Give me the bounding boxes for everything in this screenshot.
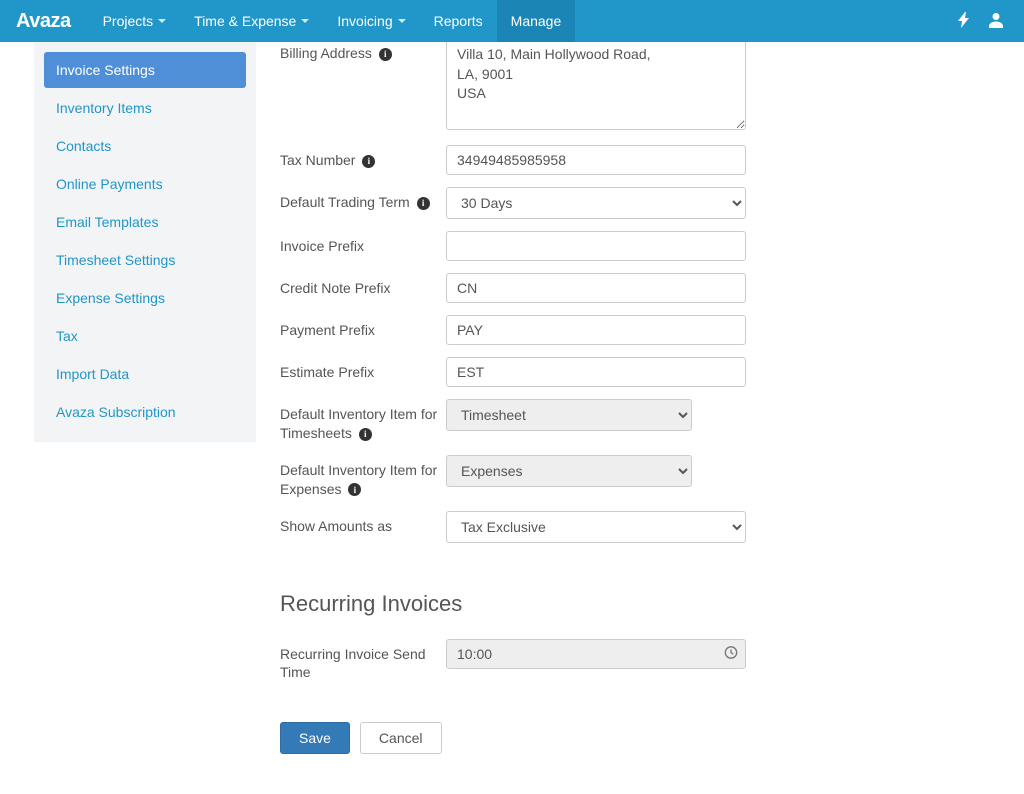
row-invoice-prefix: Invoice Prefix [280,231,984,261]
show-amounts-select[interactable]: Tax Exclusive [446,511,746,543]
nav-item-invoicing[interactable]: Invoicing [323,0,419,42]
cancel-button[interactable]: Cancel [360,722,442,754]
sidebar-item-tax[interactable]: Tax [44,318,246,354]
credit-note-prefix-input[interactable] [446,273,746,303]
row-show-amounts: Show Amounts as Tax Exclusive [280,511,984,543]
nav-item-projects[interactable]: Projects [89,0,181,42]
info-icon[interactable]: i [348,483,361,496]
chevron-down-icon [398,19,406,23]
info-icon[interactable]: i [417,197,430,210]
row-inventory-expenses: Default Inventory Item for Expenses i Ex… [280,455,984,499]
row-inventory-timesheets: Default Inventory Item for Timesheets i … [280,399,984,443]
nav-item-manage[interactable]: Manage [497,0,576,42]
sidebar-item-avaza-subscription[interactable]: Avaza Subscription [44,394,246,430]
sidebar: Invoice Settings Inventory Items Contact… [34,42,256,442]
chevron-down-icon [158,19,166,23]
sidebar-item-contacts[interactable]: Contacts [44,128,246,164]
row-trading-term: Default Trading Term i 30 Days [280,187,984,219]
bolt-icon[interactable] [958,12,970,31]
chevron-down-icon [301,19,309,23]
row-payment-prefix: Payment Prefix [280,315,984,345]
user-icon[interactable] [988,12,1004,31]
sidebar-item-invoice-settings[interactable]: Invoice Settings [44,52,246,88]
recurring-heading: Recurring Invoices [280,591,984,617]
sidebar-item-timesheet-settings[interactable]: Timesheet Settings [44,242,246,278]
row-recurring-send-time: Recurring Invoice Send Time [280,639,984,683]
brand-logo[interactable]: Avaza [16,10,71,33]
inventory-expenses-select[interactable]: Expenses [446,455,692,487]
label-inventory-timesheets: Default Inventory Item for Timesheets i [280,399,446,443]
label-payment-prefix: Payment Prefix [280,315,446,340]
sidebar-item-import-data[interactable]: Import Data [44,356,246,392]
tax-number-input[interactable] [446,145,746,175]
nav-item-label: Manage [511,13,562,29]
sidebar-item-online-payments[interactable]: Online Payments [44,166,246,202]
save-button[interactable]: Save [280,722,350,754]
sidebar-item-email-templates[interactable]: Email Templates [44,204,246,240]
row-billing-address: Billing Address i [280,38,984,133]
row-estimate-prefix: Estimate Prefix [280,357,984,387]
info-icon[interactable]: i [362,155,375,168]
sidebar-item-inventory-items[interactable]: Inventory Items [44,90,246,126]
row-tax-number: Tax Number i [280,145,984,175]
billing-address-textarea[interactable] [446,38,746,130]
label-estimate-prefix: Estimate Prefix [280,357,446,382]
info-icon[interactable]: i [379,48,392,61]
label-credit-note-prefix: Credit Note Prefix [280,273,446,298]
inventory-timesheets-select[interactable]: Timesheet [446,399,692,431]
nav-item-label: Projects [103,13,154,29]
recurring-send-time-input[interactable] [446,639,746,669]
label-invoice-prefix: Invoice Prefix [280,231,446,256]
info-icon[interactable]: i [359,428,372,441]
label-trading-term: Default Trading Term i [280,187,446,212]
row-credit-note-prefix: Credit Note Prefix [280,273,984,303]
label-tax-number: Tax Number i [280,145,446,170]
payment-prefix-input[interactable] [446,315,746,345]
nav-item-reports[interactable]: Reports [420,0,497,42]
top-nav: Avaza Projects Time & Expense Invoicing … [0,0,1024,42]
nav-item-time-expense[interactable]: Time & Expense [180,0,323,42]
nav-item-label: Invoicing [337,13,392,29]
estimate-prefix-input[interactable] [446,357,746,387]
sidebar-item-expense-settings[interactable]: Expense Settings [44,280,246,316]
invoice-prefix-input[interactable] [446,231,746,261]
label-inventory-expenses: Default Inventory Item for Expenses i [280,455,446,499]
label-show-amounts: Show Amounts as [280,511,446,536]
nav-right [958,12,1024,31]
nav-item-label: Time & Expense [194,13,296,29]
nav-items: Projects Time & Expense Invoicing Report… [89,0,576,42]
trading-term-select[interactable]: 30 Days [446,187,746,219]
label-recurring-send-time: Recurring Invoice Send Time [280,639,446,683]
main-content: Billing Address i Tax Number i Default T… [256,42,1024,754]
nav-item-label: Reports [434,13,483,29]
form-actions: Save Cancel [280,722,984,754]
